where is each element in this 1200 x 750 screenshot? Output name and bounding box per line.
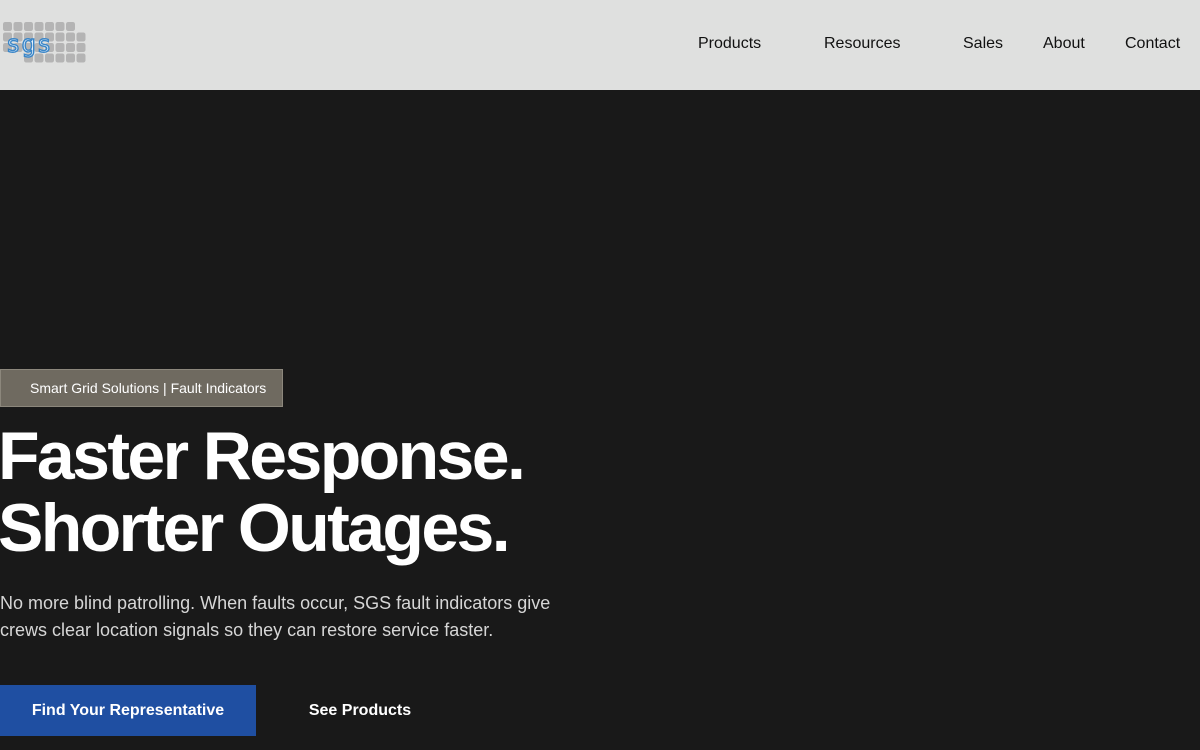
hero-headline-line-2: Shorter Outages. <box>0 490 511 566</box>
nav-contact[interactable]: Contact <box>1125 34 1180 54</box>
nav-resources[interactable]: Resources <box>824 34 900 54</box>
find-representative-button[interactable]: Find Your Representative <box>0 685 256 736</box>
see-products-button[interactable]: See Products <box>290 685 430 736</box>
nav-products[interactable]: Products <box>698 34 761 54</box>
nav-sales[interactable]: Sales <box>963 34 1003 54</box>
site-header: sgs Products Resources Sales About Conta… <box>0 0 1200 90</box>
nav-about[interactable]: About <box>1043 34 1085 54</box>
main-nav: Products Resources Sales About Contact <box>0 0 1200 90</box>
hero-eyebrow-badge: Smart Grid Solutions | Fault Indicators <box>0 369 283 407</box>
hero-section: Smart Grid Solutions | Fault Indicators … <box>0 90 1200 750</box>
hero-subtext: No more blind patrolling. When faults oc… <box>0 593 551 640</box>
hero-headline-line-1: Faster Response. <box>0 418 526 494</box>
hero-headline: Faster Response. Shorter Outages. <box>0 418 526 566</box>
